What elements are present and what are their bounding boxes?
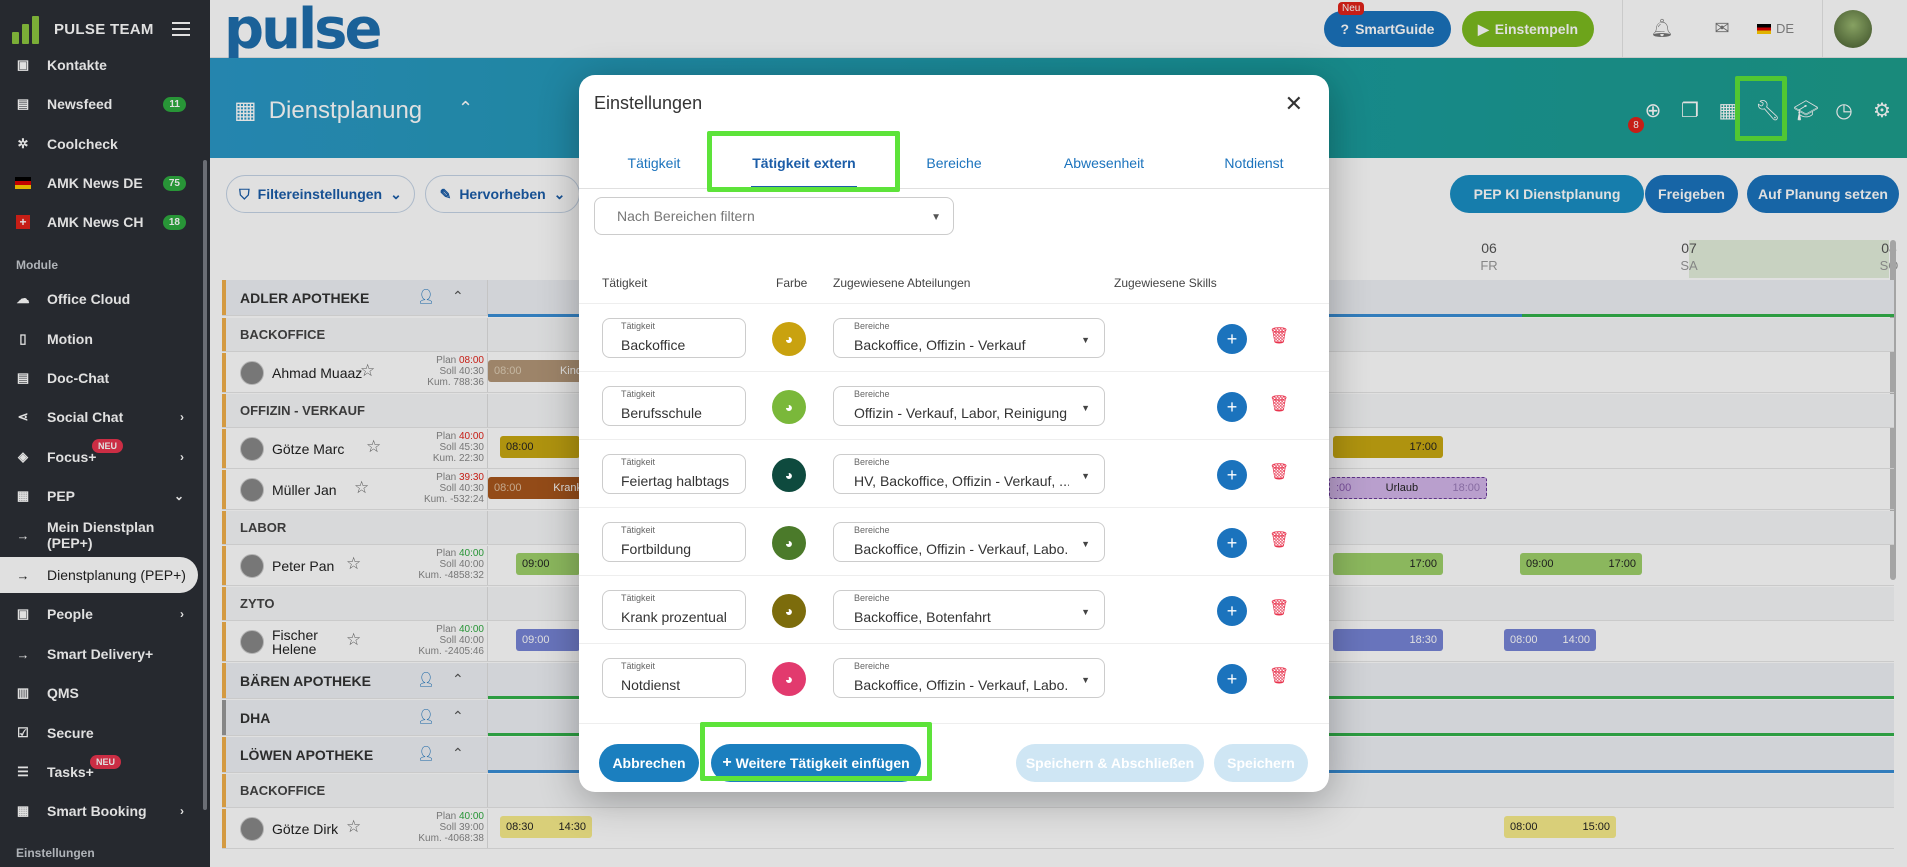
bereiche-filter-select[interactable]: Nach Bereichen filtern ▼ [594, 197, 954, 235]
departments-select[interactable]: Bereiche Offizin - Verkauf, Labor, Reinig… [833, 386, 1105, 426]
color-swatch[interactable]: ◕ [772, 594, 806, 628]
column-header: Tätigkeit [602, 276, 648, 290]
color-swatch[interactable]: ◕ [772, 322, 806, 356]
activity-row: Tätigkeit Berufsschule ◕ Bereiche Offizin … [579, 371, 1329, 439]
caret-down-icon: ▼ [1081, 335, 1090, 345]
trash-icon[interactable]: 🗑︎ [1269, 530, 1289, 549]
tab-abwesenheit[interactable]: Abwesenheit [1029, 137, 1179, 189]
save-close-button[interactable]: Speichern & Abschließen [1016, 744, 1204, 782]
caret-down-icon: ▼ [1081, 403, 1090, 413]
add-skill-button[interactable]: + [1217, 324, 1247, 354]
activity-row: Tätigkeit Fortbildung ◕ Bereiche Backoffic… [579, 507, 1329, 575]
palette-icon: ◕ [784, 671, 794, 687]
trash-icon[interactable]: 🗑︎ [1269, 462, 1289, 481]
activity-row: Tätigkeit Backoffice ◕ Bereiche Backoffice… [579, 303, 1329, 371]
activity-name-field[interactable]: Tätigkeit Feiertag halbtags [602, 454, 746, 494]
modal-title: Einstellungen [594, 93, 703, 113]
palette-icon: ◕ [784, 399, 794, 415]
palette-icon: ◕ [784, 535, 794, 551]
modal-tabs: Tätigkeit Tätigkeit extern Bereiche Abwe… [579, 137, 1329, 189]
column-header: Zugewiesene Skills [1114, 276, 1217, 290]
caret-down-icon: ▼ [1081, 539, 1090, 549]
add-skill-button[interactable]: + [1217, 664, 1247, 694]
activity-name-field[interactable]: Tätigkeit Krank prozentual [602, 590, 746, 630]
tab-notdienst[interactable]: Notdienst [1179, 137, 1329, 189]
activity-name-field[interactable]: Tätigkeit Berufsschule [602, 386, 746, 426]
caret-down-icon: ▼ [931, 212, 941, 223]
activity-name-field[interactable]: Tätigkeit Notdienst [602, 658, 746, 698]
palette-icon: ◕ [784, 467, 794, 483]
close-icon[interactable]: ✕ [1285, 91, 1303, 117]
settings-modal: Einstellungen ✕ Tätigkeit Tätigkeit exte… [579, 75, 1329, 792]
caret-down-icon: ▼ [1081, 471, 1090, 481]
caret-down-icon: ▼ [1081, 675, 1090, 685]
activity-row: Tätigkeit Feiertag halbtags ◕ Bereiche HV,… [579, 439, 1329, 507]
caret-down-icon: ▼ [1081, 607, 1090, 617]
trash-icon[interactable]: 🗑︎ [1269, 326, 1289, 345]
trash-icon[interactable]: 🗑︎ [1269, 666, 1289, 685]
color-swatch[interactable]: ◕ [772, 458, 806, 492]
color-swatch[interactable]: ◕ [772, 526, 806, 560]
trash-icon[interactable]: 🗑︎ [1269, 394, 1289, 413]
add-skill-button[interactable]: + [1217, 528, 1247, 558]
activity-row: Tätigkeit Krank prozentual ◕ Bereiche Back… [579, 575, 1329, 643]
tab-highlight [707, 131, 900, 192]
column-header: Zugewiesene Abteilungen [833, 276, 971, 290]
modal-footer: Abbrechen + Weitere Tätigkeit einfügen Sp… [579, 723, 1329, 792]
activity-row: Tätigkeit Notdienst ◕ Bereiche Backoffice,… [579, 643, 1329, 711]
activity-name-field[interactable]: Tätigkeit Backoffice [602, 318, 746, 358]
color-swatch[interactable]: ◕ [772, 662, 806, 696]
column-header: Farbe [776, 276, 808, 290]
color-swatch[interactable]: ◕ [772, 390, 806, 424]
add-skill-button[interactable]: + [1217, 596, 1247, 626]
departments-select[interactable]: Bereiche Backoffice, Botenfahrt ▼ [833, 590, 1105, 630]
add-button-highlight [700, 722, 932, 781]
add-skill-button[interactable]: + [1217, 392, 1247, 422]
tab-bereiche[interactable]: Bereiche [879, 137, 1029, 189]
departments-select[interactable]: Bereiche HV, Backoffice, Offizin - Verkau… [833, 454, 1105, 494]
palette-icon: ◕ [784, 603, 794, 619]
cancel-button[interactable]: Abbrechen [599, 744, 699, 782]
departments-select[interactable]: Bereiche Backoffice, Offizin - Verkauf, L… [833, 522, 1105, 562]
trash-icon[interactable]: 🗑︎ [1269, 598, 1289, 617]
palette-icon: ◕ [784, 331, 794, 347]
activity-name-field[interactable]: Tätigkeit Fortbildung [602, 522, 746, 562]
add-skill-button[interactable]: + [1217, 460, 1247, 490]
departments-select[interactable]: Bereiche Backoffice, Offizin - Verkauf ▼ [833, 318, 1105, 358]
departments-select[interactable]: Bereiche Backoffice, Offizin - Verkauf, L… [833, 658, 1105, 698]
save-button[interactable]: Speichern [1214, 744, 1308, 782]
